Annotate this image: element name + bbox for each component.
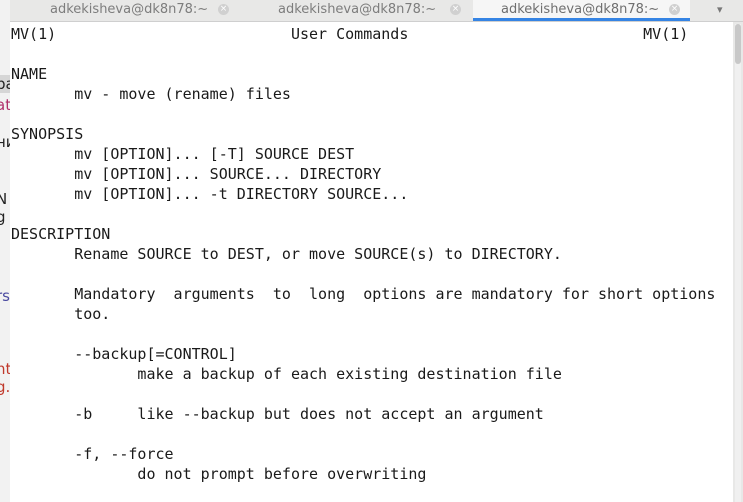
bg-text: ati [0,96,10,114]
terminal-line: mv [OPTION]... -t DIRECTORY SOURCE... [11,185,409,203]
tab-3-active[interactable]: adkekisheva@dk8n78:~ × [473,0,690,21]
terminal-line: --backup[=CONTROL] [11,345,237,363]
terminal-line: mv [OPTION]... SOURCE... DIRECTORY [11,165,382,183]
terminal-line: Mandatory arguments to long options are … [11,285,716,303]
bg-text: g [0,208,6,226]
tab-label: adkekisheva@dk8n78:~ [50,2,209,17]
terminal-line: -f, --force [11,445,174,463]
close-icon[interactable]: × [218,4,229,15]
terminal-line: DESCRIPTION [11,225,111,243]
terminal-line: MV(1) User Commands MV(1) [11,25,689,43]
bg-text: nt [0,360,10,378]
tab-label: adkekisheva@dk8n78:~ [501,2,660,17]
terminal-line: SYNOPSIS [11,125,84,143]
scrollbar-thumb[interactable] [735,24,741,64]
bg-text: g. [0,378,10,396]
tab-2[interactable]: adkekisheva@dk8n78:~ × [235,0,473,21]
terminal-line: -b like --backup but does not accept an … [11,405,544,423]
tabs-dropdown-icon[interactable]: ▾ [717,3,723,16]
terminal-line: mv [OPTION]... [-T] SOURCE DEST [11,145,355,163]
bg-text: pa [0,75,10,93]
bg-text: N [0,190,8,208]
terminal-output[interactable]: MV(1) User Commands MV(1) NAME mv - move … [10,22,733,502]
tab-bar: adkekisheva@dk8n78:~ × adkekisheva@dk8n7… [10,0,743,22]
tab-1[interactable]: adkekisheva@dk8n78:~ × [10,0,235,21]
tab-label: adkekisheva@dk8n78:~ [278,2,437,17]
terminal-line: mv - move (rename) files [11,85,291,103]
background-window: pa ati ни N g rs nt g. [0,0,10,502]
terminal-line: do not prompt before overwriting [11,465,427,483]
close-icon[interactable]: × [450,4,461,15]
scrollbar[interactable] [735,24,741,502]
close-icon[interactable]: × [669,4,680,15]
terminal-line: make a backup of each existing destinati… [11,365,562,383]
terminal-line: Rename SOURCE to DEST, or move SOURCE(s)… [11,245,562,263]
terminal-line: NAME [11,65,48,83]
terminal-line: too. [11,305,111,323]
bg-text: ни [0,133,10,151]
bg-text: rs [0,287,10,305]
